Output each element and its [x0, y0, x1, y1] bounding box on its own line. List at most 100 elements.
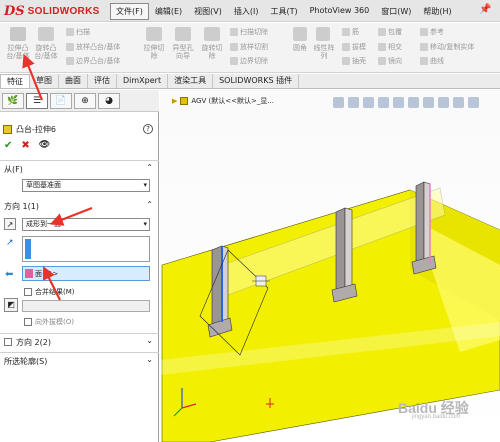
from-section: 从(F) ⌃ 草图基准面 ▾ — [0, 160, 159, 194]
face-selection-field[interactable]: 面<1> — [22, 266, 150, 281]
hole-wizard-icon[interactable] — [175, 27, 191, 41]
hole-wizard-button[interactable]: 异型孔 向导 — [169, 44, 197, 60]
from-select[interactable]: 草图基准面 ▾ — [22, 179, 150, 192]
chevron-down-icon: ▾ — [143, 220, 147, 228]
extrude-cut-icon[interactable] — [146, 27, 162, 41]
extrude-boss-button[interactable]: 拉伸凸 台/基体 — [3, 44, 33, 60]
3d-model-view[interactable] — [160, 90, 500, 442]
edit-appearance-icon[interactable] — [438, 96, 449, 108]
boundary-boss-button[interactable]: 边界凸台/基体 — [66, 56, 120, 66]
from-section-header[interactable]: 从(F) — [4, 164, 23, 175]
extrude-boss-icon[interactable] — [10, 27, 26, 41]
fillet-button[interactable]: 圆角 — [290, 44, 310, 52]
reverse-direction-icon[interactable]: ↗ — [4, 218, 16, 230]
direction1-header[interactable]: 方向 1(1) — [4, 201, 39, 212]
title-bar: DS SOLIDWORKS 文件(F) 编辑(E) 视图(V) 插入(I) 工具… — [0, 0, 500, 22]
ok-check-icon[interactable]: ✔ — [4, 140, 12, 151]
draft-toggle-icon[interactable]: ◩ — [4, 298, 18, 312]
menu-window[interactable]: 窗口(W) — [375, 3, 417, 20]
menu-file[interactable]: 文件(F) — [110, 3, 149, 20]
wrap-button[interactable]: 包覆 — [378, 27, 402, 37]
extrude-cut-button[interactable]: 拉伸切除 — [140, 44, 168, 60]
linear-pattern-icon[interactable] — [316, 27, 330, 41]
loft-boss-button[interactable]: 放样凸台/基体 — [66, 42, 120, 52]
preview-eye-icon[interactable]: 👁 — [39, 140, 50, 151]
display-manager-tab-icon[interactable]: ◕ — [98, 93, 120, 109]
direction2-header[interactable]: 方向 2(2) — [16, 337, 51, 348]
manager-tabs: 🌿 ☰ 📄 ⊕ ◕ — [0, 90, 159, 112]
merge-result-label: 合并结果(M) — [35, 288, 75, 296]
direction2-checkbox[interactable] — [4, 338, 12, 346]
draft-button[interactable]: 拔模 — [342, 42, 366, 52]
tab-addins[interactable]: SOLIDWORKS 插件 — [213, 74, 300, 88]
graphics-area[interactable]: ▶ AGV (默认<<默认>_显... Baidu 经验 jingyan.bai… — [160, 90, 500, 442]
view-settings-icon[interactable] — [468, 96, 479, 108]
loft-cut-button[interactable]: 放样切割 — [230, 42, 268, 52]
sweep-cut-button[interactable]: 扫描切除 — [230, 27, 268, 37]
app-name: SOLIDWORKS — [27, 5, 100, 17]
draft-angle-field[interactable] — [22, 300, 150, 312]
revolve-boss-icon[interactable] — [38, 27, 54, 41]
menu-help[interactable]: 帮助(H) — [417, 3, 457, 20]
menu-view[interactable]: 视图(V) — [188, 3, 228, 20]
menu-photoview[interactable]: PhotoView 360 — [304, 3, 376, 20]
feature-header: 凸台-拉伸6 — [3, 124, 56, 135]
tab-evaluate[interactable]: 评估 — [88, 74, 117, 88]
shell-button[interactable]: 抽壳 — [342, 56, 366, 66]
menu-tools[interactable]: 工具(T) — [264, 3, 303, 20]
help-icon[interactable]: ? — [143, 124, 153, 134]
zoom-fit-icon[interactable] — [333, 96, 344, 108]
revolve-cut-button[interactable]: 旋转切除 — [198, 44, 226, 60]
tab-sketch[interactable]: 草图 — [30, 74, 59, 88]
expand-icon[interactable]: ⌄ — [146, 336, 153, 345]
end-condition-select[interactable]: 成形到一面 ▾ — [22, 218, 150, 231]
selected-contours-header[interactable]: 所选轮廓(S) — [4, 356, 47, 367]
tab-render-tools[interactable]: 渲染工具 — [168, 74, 214, 88]
direction-vector-field[interactable] — [22, 236, 150, 262]
revolve-cut-icon[interactable] — [204, 27, 220, 41]
rib-button[interactable]: 筋 — [342, 27, 359, 37]
display-style-icon[interactable] — [408, 96, 419, 108]
config-manager-tab-icon[interactable]: 📄 — [50, 93, 72, 109]
menu-edit[interactable]: 编辑(E) — [149, 3, 188, 20]
merge-result-checkbox[interactable] — [24, 288, 32, 296]
zoom-area-icon[interactable] — [348, 96, 359, 108]
cancel-x-icon[interactable]: ✖ — [21, 140, 29, 151]
feature-tree-tab-icon[interactable]: 🌿 — [2, 93, 24, 109]
ref-geometry-button[interactable]: 参考 — [420, 27, 444, 37]
tab-features[interactable]: 特征 — [0, 74, 30, 88]
menu-insert[interactable]: 插入(I) — [228, 3, 265, 20]
hide-show-icon[interactable] — [423, 96, 434, 108]
draft-outward-checkbox[interactable] — [24, 318, 32, 326]
pin-icon[interactable]: 📌 — [479, 4, 491, 15]
dimxpert-tab-icon[interactable]: ⊕ — [74, 93, 96, 109]
collapse-icon[interactable]: ⌃ — [146, 200, 153, 209]
intersect-button[interactable]: 相交 — [378, 42, 402, 52]
property-manager-tab-icon[interactable]: ☰ — [26, 93, 48, 109]
rib-icon — [342, 28, 350, 36]
section-view-icon[interactable] — [378, 96, 389, 108]
sweep-button[interactable]: 扫描 — [66, 27, 90, 37]
apply-scene-icon[interactable] — [453, 96, 464, 108]
view-orientation-icon[interactable] — [393, 96, 404, 108]
shell-icon — [342, 57, 350, 65]
solidworks-logo[interactable]: DS SOLIDWORKS — [4, 3, 100, 19]
linear-pattern-button[interactable]: 线性阵列 — [310, 44, 338, 60]
tab-dimxpert[interactable]: DimXpert — [117, 74, 169, 88]
direction2-section: 方向 2(2) ⌄ — [0, 333, 159, 351]
mirror-button[interactable]: 镜向 — [378, 56, 402, 66]
curves-button[interactable]: 曲线 — [420, 56, 444, 66]
face-selection-value: 面<1> — [35, 270, 59, 278]
feature-tree-flyout[interactable]: ▶ AGV (默认<<默认>_显... — [172, 96, 274, 106]
from-select-value: 草图基准面 — [26, 181, 61, 189]
previous-view-icon[interactable] — [363, 96, 374, 108]
loft-icon — [66, 43, 74, 51]
fillet-icon[interactable] — [293, 27, 307, 41]
collapse-icon[interactable]: ⌃ — [146, 163, 153, 172]
selected-contours-section: 所选轮廓(S) ⌄ — [0, 352, 159, 370]
tab-surfaces[interactable]: 曲面 — [59, 74, 88, 88]
move-copy-button[interactable]: 移动/复制实体 — [420, 42, 474, 52]
boundary-cut-button[interactable]: 边界切除 — [230, 56, 268, 66]
expand-icon[interactable]: ⌄ — [146, 355, 153, 364]
revolve-boss-button[interactable]: 旋转凸 台/基体 — [31, 44, 61, 60]
